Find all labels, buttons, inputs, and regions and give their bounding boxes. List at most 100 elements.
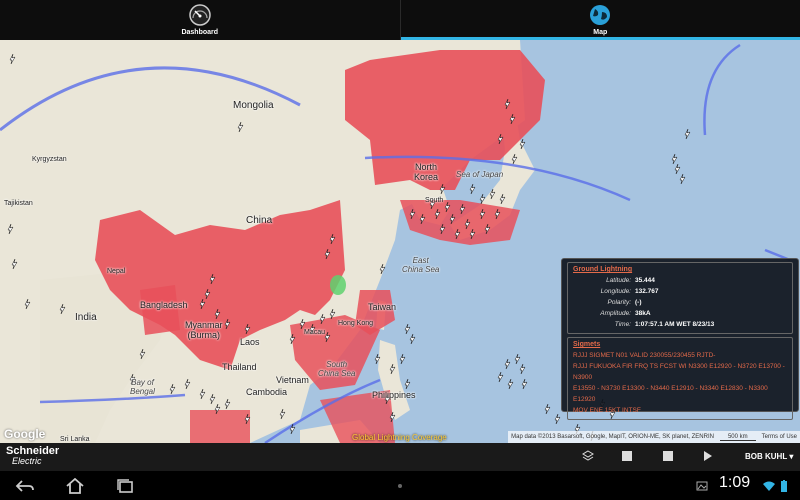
user-menu[interactable]: BOB KUHL ▾ [745, 452, 793, 461]
label-macau: Macau [304, 329, 326, 336]
lightning-strike-icon[interactable] [497, 371, 504, 383]
lightning-strike-icon[interactable] [409, 333, 416, 345]
lightning-strike-icon[interactable] [514, 353, 521, 365]
gallery-icon [696, 481, 708, 491]
strike-info-panel: Ground Lightning Latitude: 35.444 Longitud… [561, 258, 799, 420]
wifi-icon [763, 481, 775, 491]
label-hong-kong: Hong Kong [338, 320, 374, 327]
label-bay-of-bengal: Bay of Bengal [130, 378, 155, 396]
label-sea-of-japan: Sea of Japan [456, 170, 504, 179]
label-bangladesh: Bangladesh [140, 300, 188, 310]
sigmet-line: RJJJ FUKUOKA FIR FRQ TS FCST WI N3300 E1… [573, 363, 785, 381]
label-east-china-sea: East China Sea [402, 256, 440, 274]
lightning-strike-icon[interactable] [679, 173, 686, 185]
lightning-strike-icon[interactable] [404, 323, 411, 335]
battery-icon [781, 480, 787, 492]
sigmet-line: RJJJ SIGMET N01 VALID 230055/230455 RJTD… [573, 352, 716, 359]
sigmet-area-south [190, 410, 250, 443]
label-sri-lanka: Sri Lanka [60, 436, 90, 443]
brand-line2: Electric [12, 456, 42, 466]
recent-apps-button[interactable] [112, 475, 138, 497]
ground-row-key: Polarity: [607, 299, 631, 306]
ground-row-value: 38kA [635, 310, 651, 317]
lightning-strike-icon[interactable] [674, 163, 681, 175]
lightning-strike-icon[interactable] [399, 353, 406, 365]
terms-of-use-link[interactable]: Terms of Use [762, 434, 797, 440]
sigmet-area-bangladesh [140, 285, 180, 335]
ground-lightning-section: Ground Lightning Latitude: 35.444 Longitud… [567, 262, 793, 334]
label-myanmar: Myanmar (Burma) [185, 320, 223, 340]
ground-row-key: Time: [614, 321, 631, 328]
ground-row: Latitude: 35.444 [573, 275, 787, 286]
recent-apps-icon [117, 479, 133, 493]
tab-map-label: Map [593, 29, 608, 36]
label-laos: Laos [240, 337, 260, 347]
home-icon [66, 478, 84, 494]
ground-row-value: 35.444 [635, 277, 655, 284]
stop-square-icon[interactable] [620, 449, 634, 463]
schneider-electric-logo: Schneider Electric [6, 445, 60, 467]
ground-lightning-title: Ground Lightning [573, 266, 633, 273]
map-scale: 500 km [719, 434, 756, 441]
sigmets-section: Sigmets RJJJ SIGMET N01 VALID 230055/230… [567, 337, 793, 420]
tab-map[interactable]: Map [399, 0, 800, 40]
brand-line1: Schneider [6, 445, 60, 457]
label-thailand: Thailand [222, 362, 257, 372]
label-south-korea: South [425, 197, 444, 204]
back-button[interactable] [12, 475, 38, 497]
square-icon[interactable] [661, 449, 675, 463]
lightning-strike-icon[interactable] [671, 153, 678, 165]
lightning-strike-icon[interactable] [521, 378, 528, 390]
play-icon[interactable] [701, 449, 715, 463]
label-china: China [246, 215, 273, 226]
home-button[interactable] [62, 475, 88, 497]
lightning-strike-icon[interactable] [404, 378, 411, 390]
ground-row: Polarity: (-) [573, 297, 787, 308]
chevron-down-icon: ▾ [789, 452, 794, 461]
label-south-china-sea: South China Sea [318, 360, 356, 378]
attribution-text: Map data ©2013 Basarsoft, Google, MapIT,… [511, 434, 714, 440]
sigmet-area-taiwan [355, 290, 395, 335]
ground-row-key: Latitude: [606, 277, 631, 284]
google-logo: Google [4, 427, 46, 441]
globe-icon [590, 5, 611, 25]
top-tab-bar: Dashboard Map [0, 0, 800, 40]
lightning-strike-icon[interactable] [469, 183, 476, 195]
sigmets-title: Sigmets [573, 341, 601, 348]
gauge-icon [189, 4, 211, 26]
status-clock: 1:09 [719, 474, 751, 491]
ground-row-key: Longitude: [600, 288, 631, 295]
lightning-strike-icon[interactable] [684, 128, 691, 140]
tab-dashboard-label: Dashboard [181, 29, 219, 36]
label-kyrgyzstan: Kyrgyzstan [32, 156, 67, 163]
tab-dashboard[interactable]: Dashboard [0, 0, 400, 40]
label-philippines: Philippines [372, 390, 416, 400]
system-nav-bar: 1:09 [0, 471, 800, 500]
label-mongolia: Mongolia [233, 100, 274, 111]
ground-row: Amplitude: 38kA [573, 308, 787, 319]
label-nepal: Nepal [107, 268, 126, 275]
sigmet-line: E13550 - N3730 E13300 - N3440 E12910 - N… [573, 385, 768, 403]
lightning-map[interactable]: Mongolia Kyrgyzstan Tajikistan China Nep… [0, 40, 800, 443]
user-name: BOB KUHL [745, 452, 788, 461]
page-indicator-dot [398, 484, 402, 488]
label-india: India [75, 312, 97, 323]
global-coverage-link[interactable]: Global Lightning Coverage [352, 433, 447, 442]
label-taiwan: Taiwan [368, 302, 397, 312]
layers-icon[interactable] [581, 449, 595, 463]
sigmet-line: MOV ENE 15KT INTSF [573, 407, 641, 414]
lightning-strike-icon[interactable] [554, 413, 561, 425]
label-tajikistan: Tajikistan [4, 200, 33, 207]
ground-row: Longitude: 132.767 [573, 286, 787, 297]
storm-cell [330, 275, 346, 295]
storm-track-3 [703, 43, 741, 136]
ground-row-value: 1:07:57.1 AM WET 8/23/13 [635, 321, 715, 328]
label-vietnam: Vietnam [276, 375, 309, 385]
lightning-strike-icon[interactable] [507, 378, 514, 390]
lightning-strike-icon[interactable] [519, 363, 526, 375]
map-attribution: Map data ©2013 Basarsoft, Google, MapIT,… [508, 431, 800, 443]
label-cambodia: Cambodia [246, 387, 288, 397]
lightning-strike-icon[interactable] [544, 403, 551, 415]
ground-row-key: Amplitude: [600, 310, 631, 317]
lightning-strike-icon[interactable] [504, 358, 511, 370]
